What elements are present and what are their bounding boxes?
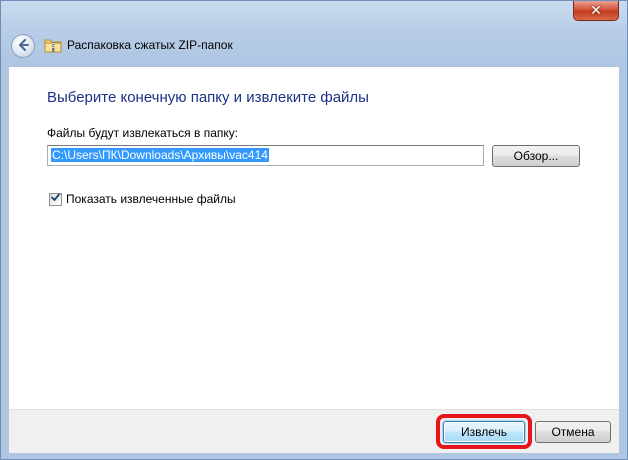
zip-folder-icon (44, 36, 62, 54)
browse-button[interactable]: Обзор... (492, 145, 580, 167)
page-title: Выберите конечную папку и извлеките файл… (47, 89, 369, 106)
show-extracted-files-option[interactable]: Показать извлеченные файлы (49, 192, 236, 206)
show-extracted-files-label: Показать извлеченные файлы (66, 192, 236, 206)
destination-path-value: C:\Users\ПК\Downloads\Архивы\vac414 (51, 148, 269, 162)
extract-zip-dialog: ✕ Распаковка сжатых ZIP-папок Выберите к… (0, 0, 628, 460)
destination-label: Файлы будут извлекаться в папку: (47, 126, 239, 140)
dialog-footer: Извлечь Отмена (9, 409, 619, 453)
close-button[interactable]: ✕ (573, 1, 619, 21)
destination-path-input[interactable]: C:\Users\ПК\Downloads\Архивы\vac414 (47, 145, 484, 166)
checkmark-icon (50, 192, 61, 206)
close-icon: ✕ (590, 2, 602, 18)
back-button[interactable] (11, 34, 35, 58)
dialog-content: Выберите конечную папку и извлеките файл… (9, 67, 619, 409)
extract-button[interactable]: Извлечь (443, 421, 525, 443)
back-arrow-icon (16, 38, 30, 55)
show-extracted-files-checkbox[interactable] (49, 192, 62, 206)
title-bar: ✕ (1, 1, 627, 29)
window-title: Распаковка сжатых ZIP-папок (67, 38, 233, 52)
cancel-button[interactable]: Отмена (535, 421, 611, 443)
